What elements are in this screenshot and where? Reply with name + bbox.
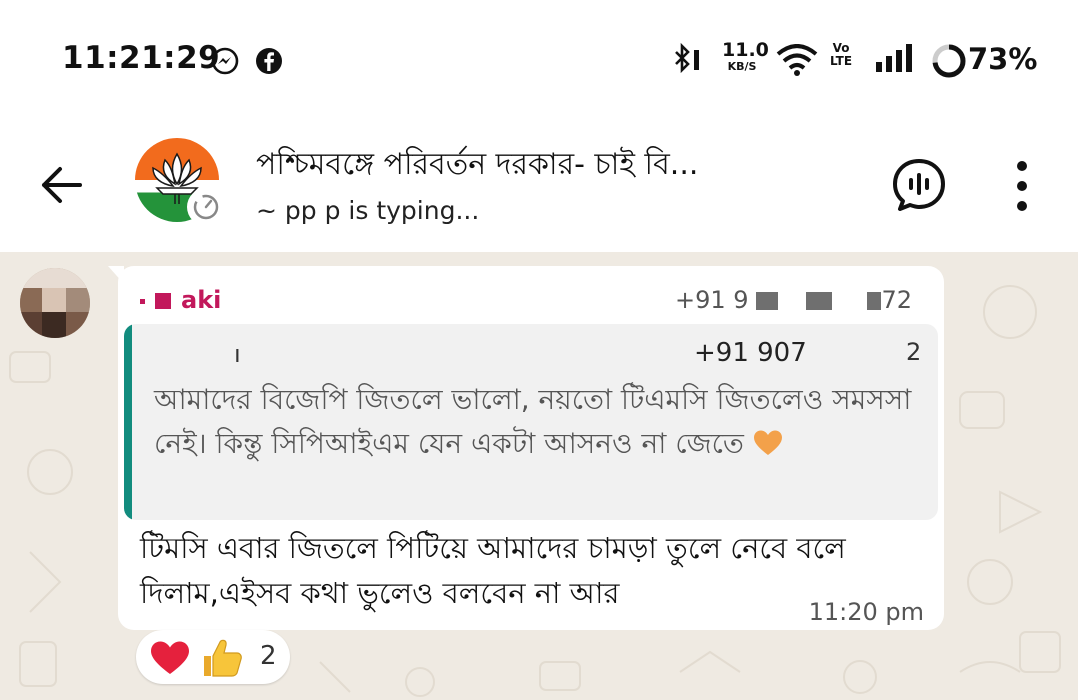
signal-icon <box>874 44 918 78</box>
reactions-pill[interactable]: 2 <box>136 630 290 684</box>
sender-phone-prefix: +91 9 <box>674 286 749 314</box>
volte-top: Vo <box>832 41 850 55</box>
redacted-mark <box>155 293 171 309</box>
redacted-block <box>867 292 882 310</box>
chat-header: পশ্চিমবঙ্গে পরিবর্তন দরকার- চাই বি... ~ … <box>0 120 1078 252</box>
quote-text-content: আমাদের বিজেপি জিতলে ভালো, নয়তো টিএমসি জ… <box>154 383 912 460</box>
red-heart-icon <box>151 641 189 674</box>
group-title[interactable]: পশ্চিমবঙ্গে পরিবর্তন দরকার- চাই বি... <box>256 140 846 191</box>
redacted-mark <box>140 298 145 304</box>
quote-sender: ı <box>234 340 241 368</box>
messenger-icon <box>210 46 240 80</box>
sender-name-text: aki <box>181 286 222 314</box>
redacted-block <box>805 292 832 310</box>
wifi-icon <box>776 44 818 80</box>
chat-area[interactable]: aki +91 9 72 ı +91 907 2 আমাদের বিজেপি জ… <box>0 252 1078 700</box>
sender-name[interactable]: aki <box>140 286 221 314</box>
volte-indicator: Vo LTE <box>830 42 852 67</box>
orange-heart-icon <box>753 430 782 455</box>
more-vertical-icon <box>1017 161 1027 211</box>
battery-percent: 73% <box>968 42 1038 76</box>
reaction-count: 2 <box>260 641 277 671</box>
voice-chat-icon <box>893 159 945 211</box>
voice-chat-button[interactable] <box>890 156 948 214</box>
quote-phone: +91 907 <box>694 338 807 368</box>
thumbs-up-icon <box>204 639 242 677</box>
battery-icon <box>930 42 968 84</box>
net-speed-value: 11.0 <box>722 39 769 61</box>
quote-phone-tail: 2 <box>906 338 922 366</box>
group-avatar-button[interactable] <box>135 138 225 228</box>
redacted-block <box>756 292 779 310</box>
sender-avatar[interactable] <box>20 268 90 338</box>
status-bar: 11:21:29 11.0 KB/S Vo LTE 73% <box>0 0 1078 120</box>
net-speed-unit: KB/S <box>727 60 757 73</box>
volte-bottom: LTE <box>830 53 853 68</box>
more-options-button[interactable] <box>1010 158 1034 214</box>
message-time: 11:20 pm <box>808 598 924 626</box>
typing-status: ~ pp p is typing... <box>256 196 480 225</box>
message-text: টিমসি এবার জিতলে পিটিয়ে আমাদের চামড়া ত… <box>140 531 846 610</box>
quote-text: আমাদের বিজেপি জিতলে ভালো, নয়তো টিএমসি জ… <box>154 378 924 466</box>
message-bubble[interactable]: aki +91 9 72 ı +91 907 2 আমাদের বিজেপি জ… <box>118 266 944 630</box>
status-time: 11:21:29 <box>62 40 221 76</box>
community-badge-icon <box>187 188 225 226</box>
facebook-icon <box>254 46 284 80</box>
bluetooth-icon <box>672 42 708 80</box>
network-speed: 11.0 KB/S <box>722 39 769 73</box>
back-arrow-icon <box>42 167 82 203</box>
sender-phone-suffix: 72 <box>881 286 912 314</box>
sender-phone: +91 9 72 <box>675 286 912 314</box>
quote-bar <box>124 324 132 520</box>
quoted-message[interactable]: ı +91 907 2 আমাদের বিজেপি জিতলে ভালো, নয… <box>124 324 938 520</box>
back-button[interactable] <box>38 162 84 208</box>
